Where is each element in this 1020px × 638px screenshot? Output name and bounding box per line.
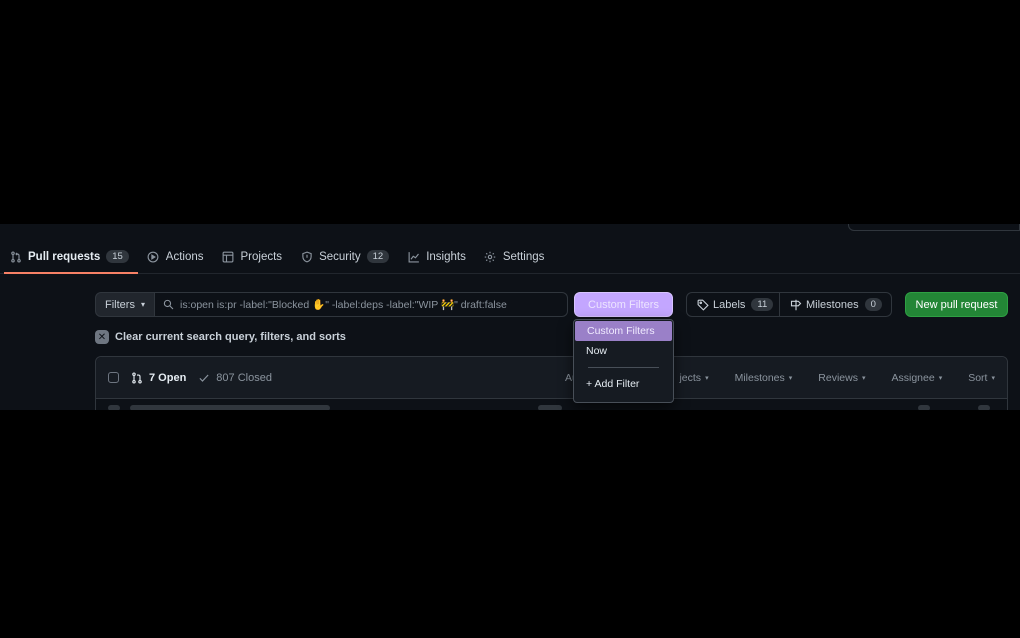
row-title-peek — [130, 405, 330, 410]
check-icon — [198, 372, 210, 384]
select-all-checkbox[interactable] — [108, 372, 119, 383]
repo-nav-tabs: Pull requests 15 Actions Projects Securi… — [0, 240, 1020, 274]
row-avatar-peek — [918, 405, 930, 410]
dropdown-item-label: Now — [586, 345, 608, 357]
clear-filters-link[interactable]: ✕ Clear current search query, filters, a… — [95, 330, 346, 344]
add-filter-button[interactable]: + Add Filter — [574, 374, 673, 394]
filters-button[interactable]: Filters ▾ — [95, 292, 155, 317]
new-pull-request-button[interactable]: New pull request — [905, 292, 1008, 317]
labels-button[interactable]: Labels 11 — [686, 292, 780, 317]
filters-button-label: Filters — [105, 298, 135, 311]
caret-down-icon: ▾ — [991, 375, 995, 382]
closed-filter-link[interactable]: 807 Closed — [198, 372, 272, 384]
tab-pull-requests[interactable]: Pull requests 15 — [0, 240, 138, 274]
table-icon — [222, 250, 235, 263]
git-pull-request-icon — [9, 250, 22, 263]
tab-label: Settings — [502, 250, 545, 263]
tab-projects[interactable]: Projects — [213, 240, 292, 273]
projects-menu[interactable]: jects ▾ — [679, 372, 708, 384]
closed-count: 807 Closed — [216, 371, 272, 384]
new-pull-request-label: New pull request — [915, 298, 998, 311]
tab-security[interactable]: Security 12 — [291, 240, 398, 273]
sort-menu[interactable]: Sort ▾ — [968, 372, 995, 384]
reviews-menu[interactable]: Reviews ▾ — [818, 372, 865, 384]
dropdown-item-custom-filters[interactable]: Custom Filters — [575, 321, 672, 341]
git-pull-request-icon — [131, 371, 143, 384]
row-label-peek — [538, 405, 562, 410]
projects-label: jects — [679, 372, 702, 384]
header-edge — [848, 224, 1020, 231]
search-input[interactable]: is:open is:pr -label:"Blocked ✋" -label:… — [155, 292, 568, 317]
caret-down-icon: ▾ — [861, 375, 866, 382]
open-count: 7 Open — [149, 371, 187, 384]
sort-label: Sort — [968, 372, 988, 384]
tab-label: Projects — [240, 250, 283, 263]
row-checkbox-peek — [108, 405, 120, 410]
caret-down-icon: ▾ — [140, 300, 145, 309]
custom-filters-button[interactable]: Custom Filters — [574, 292, 673, 317]
gear-icon — [484, 250, 497, 263]
tab-label: Actions — [165, 250, 204, 263]
pull-request-list: 7 Open 807 Closed Author▾ jects▾ Milesto… — [95, 356, 1008, 410]
list-header: 7 Open 807 Closed Author▾ jects▾ Milesto… — [96, 357, 1007, 399]
dropdown-item-label: Custom Filters — [587, 325, 655, 337]
search-icon — [163, 299, 174, 310]
open-filter-link[interactable]: 7 Open — [131, 372, 186, 384]
graph-icon — [407, 250, 420, 263]
labels-count: 11 — [751, 298, 774, 311]
caret-down-icon: ▾ — [788, 375, 793, 382]
search-query: is:open is:pr -label:"Blocked ✋" -label:… — [180, 299, 507, 311]
add-filter-label: + Add Filter — [586, 378, 640, 390]
clear-filters-text: Clear current search query, filters, and… — [115, 331, 346, 343]
github-pr-page: Pull requests 15 Actions Projects Securi… — [0, 224, 1020, 410]
milestone-icon — [790, 299, 802, 311]
caret-down-icon: ▾ — [705, 375, 709, 382]
dropdown-divider — [588, 367, 659, 368]
filter-search-group: Filters ▾ is:open is:pr -label:"Blocked … — [95, 292, 568, 317]
security-count: 12 — [366, 250, 390, 263]
milestones-button[interactable]: Milestones 0 — [780, 292, 892, 317]
shield-icon — [300, 250, 313, 263]
tab-label: Insights — [426, 250, 466, 263]
labels-label: Labels — [713, 298, 746, 311]
tab-label: Pull requests — [28, 250, 101, 263]
dropdown-item-now[interactable]: Now — [574, 341, 673, 361]
milestones-menu-label: Milestones — [734, 372, 785, 384]
milestones-label: Milestones — [806, 298, 859, 311]
tab-settings[interactable]: Settings — [475, 240, 554, 273]
caret-down-icon: ▾ — [938, 375, 943, 382]
tab-label: Security — [319, 250, 361, 263]
assignee-menu[interactable]: Assignee ▾ — [892, 372, 943, 384]
custom-filters-button-label: Custom Filters — [588, 298, 659, 311]
play-circle-icon — [147, 250, 160, 263]
tag-icon — [697, 299, 709, 311]
x-icon: ✕ — [95, 330, 109, 344]
tab-insights[interactable]: Insights — [398, 240, 475, 273]
reviews-label: Reviews — [818, 372, 858, 384]
labels-milestones-group: Labels 11 Milestones 0 — [686, 292, 892, 317]
pull-requests-count: 15 — [106, 250, 129, 263]
custom-filters-dropdown: Custom Filters Now + Add Filter — [573, 319, 674, 403]
tab-actions[interactable]: Actions — [138, 240, 213, 273]
milestones-menu[interactable]: Milestones ▾ — [735, 372, 793, 384]
list-item[interactable] — [108, 405, 990, 410]
assignee-label: Assignee — [891, 372, 935, 384]
milestones-count: 0 — [864, 298, 882, 311]
row-comments-peek — [978, 405, 990, 410]
